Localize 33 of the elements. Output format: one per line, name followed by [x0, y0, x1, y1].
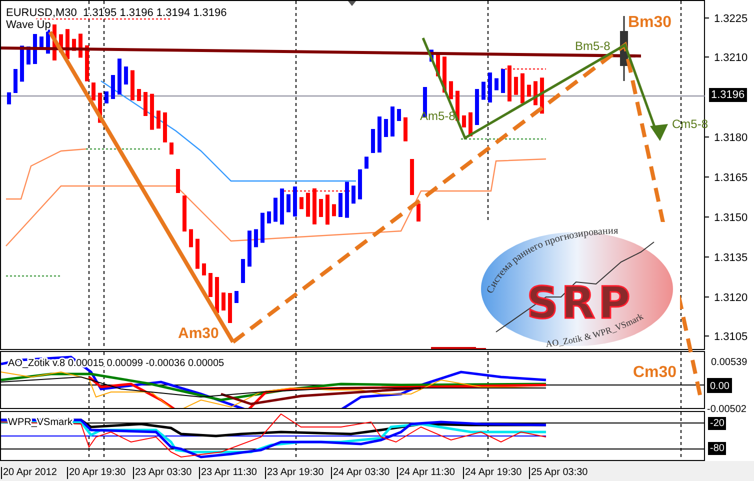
time-axis-label: 23 Apr 03:30	[133, 467, 199, 479]
wave-label: Cm30	[633, 364, 677, 381]
price-tick-label: 1.3165	[714, 172, 748, 184]
time-axis-label: 24 Apr 03:30	[331, 467, 397, 479]
time-axis-label: 20 Apr 19:30	[67, 467, 133, 479]
time-axis-label: 23 Apr 11:30	[199, 467, 265, 479]
wpr-indicator-label: WPR_VSmark	[8, 417, 72, 428]
wave-label: Am5-8	[420, 109, 456, 123]
time-axis-label: 23 Apr 19:30	[265, 467, 331, 479]
price-tick-label: 1.3120	[714, 292, 748, 304]
chart-symbol-text: EURUSD,M30 1.3195 1.3196 1.3194 1.3196	[6, 7, 227, 19]
time-axis-label: 20 Apr 2012	[1, 467, 67, 479]
price-tick-label: 1.3225	[714, 13, 748, 25]
price-tick-label: 1.3105	[714, 331, 748, 343]
ao-top-tick: 0.00539	[711, 357, 748, 368]
time-axis-label: 24 Apr 19:30	[463, 467, 529, 479]
wave-label: Am30	[178, 325, 219, 342]
price-tick-label: 1.3135	[714, 252, 748, 264]
price-tick-label: 1.3210	[714, 52, 748, 64]
ao-bottom-tick: -0.00502	[707, 404, 746, 415]
time-axis-label: 24 Apr 11:30	[397, 467, 463, 479]
wave-label: Bm30	[628, 14, 672, 31]
price-tick-label: 1.3150	[714, 212, 748, 224]
indicator-label: Wave Up	[6, 19, 51, 31]
price-tick-label: 1.3180	[714, 132, 748, 144]
wpr-level-label: -20	[708, 417, 726, 430]
wpr-level-label: -80	[708, 442, 726, 455]
ao-zero-label: 0.00	[710, 381, 730, 392]
wave-label: Bm5-8	[575, 39, 610, 53]
candle-drawing	[620, 16, 628, 81]
current-price-label: 1.3196	[709, 88, 747, 102]
time-axis-label: 25 Apr 03:30	[529, 467, 595, 479]
scroll-marker-icon	[348, 1, 356, 6]
